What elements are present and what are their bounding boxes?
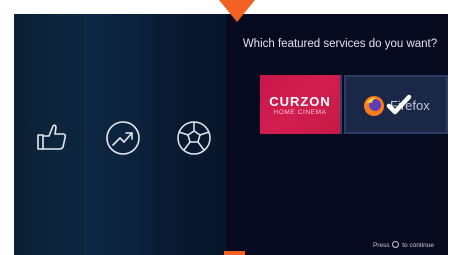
- trending-icon[interactable]: [103, 118, 143, 158]
- focus-pointer-icon: [219, 0, 255, 22]
- category-rail: [14, 14, 226, 255]
- hint-prefix: Press: [372, 242, 390, 249]
- curzon-logo-name: CURZON: [269, 94, 331, 109]
- service-tile-firefox[interactable]: Firefox: [344, 75, 448, 134]
- thumbs-up-icon[interactable]: [32, 118, 72, 158]
- service-tile-curzon[interactable]: CURZON HOME CINEMA: [260, 75, 342, 134]
- hint-suffix: to continue: [402, 242, 434, 249]
- firefox-logo-icon: [363, 95, 385, 117]
- curzon-logo-subtitle: HOME CINEMA: [273, 109, 327, 116]
- progress-tab-indicator: [224, 251, 245, 255]
- continue-hint: Press to continue: [373, 241, 434, 249]
- checkmark-icon: [386, 93, 412, 117]
- services-panel: Which featured services do you want? CUR…: [226, 14, 448, 255]
- sports-ball-icon[interactable]: [174, 118, 214, 158]
- select-button-icon: [392, 241, 400, 248]
- services-prompt: Which featured services do you want?: [242, 38, 438, 50]
- tv-screen: Which featured services do you want? CUR…: [14, 14, 448, 255]
